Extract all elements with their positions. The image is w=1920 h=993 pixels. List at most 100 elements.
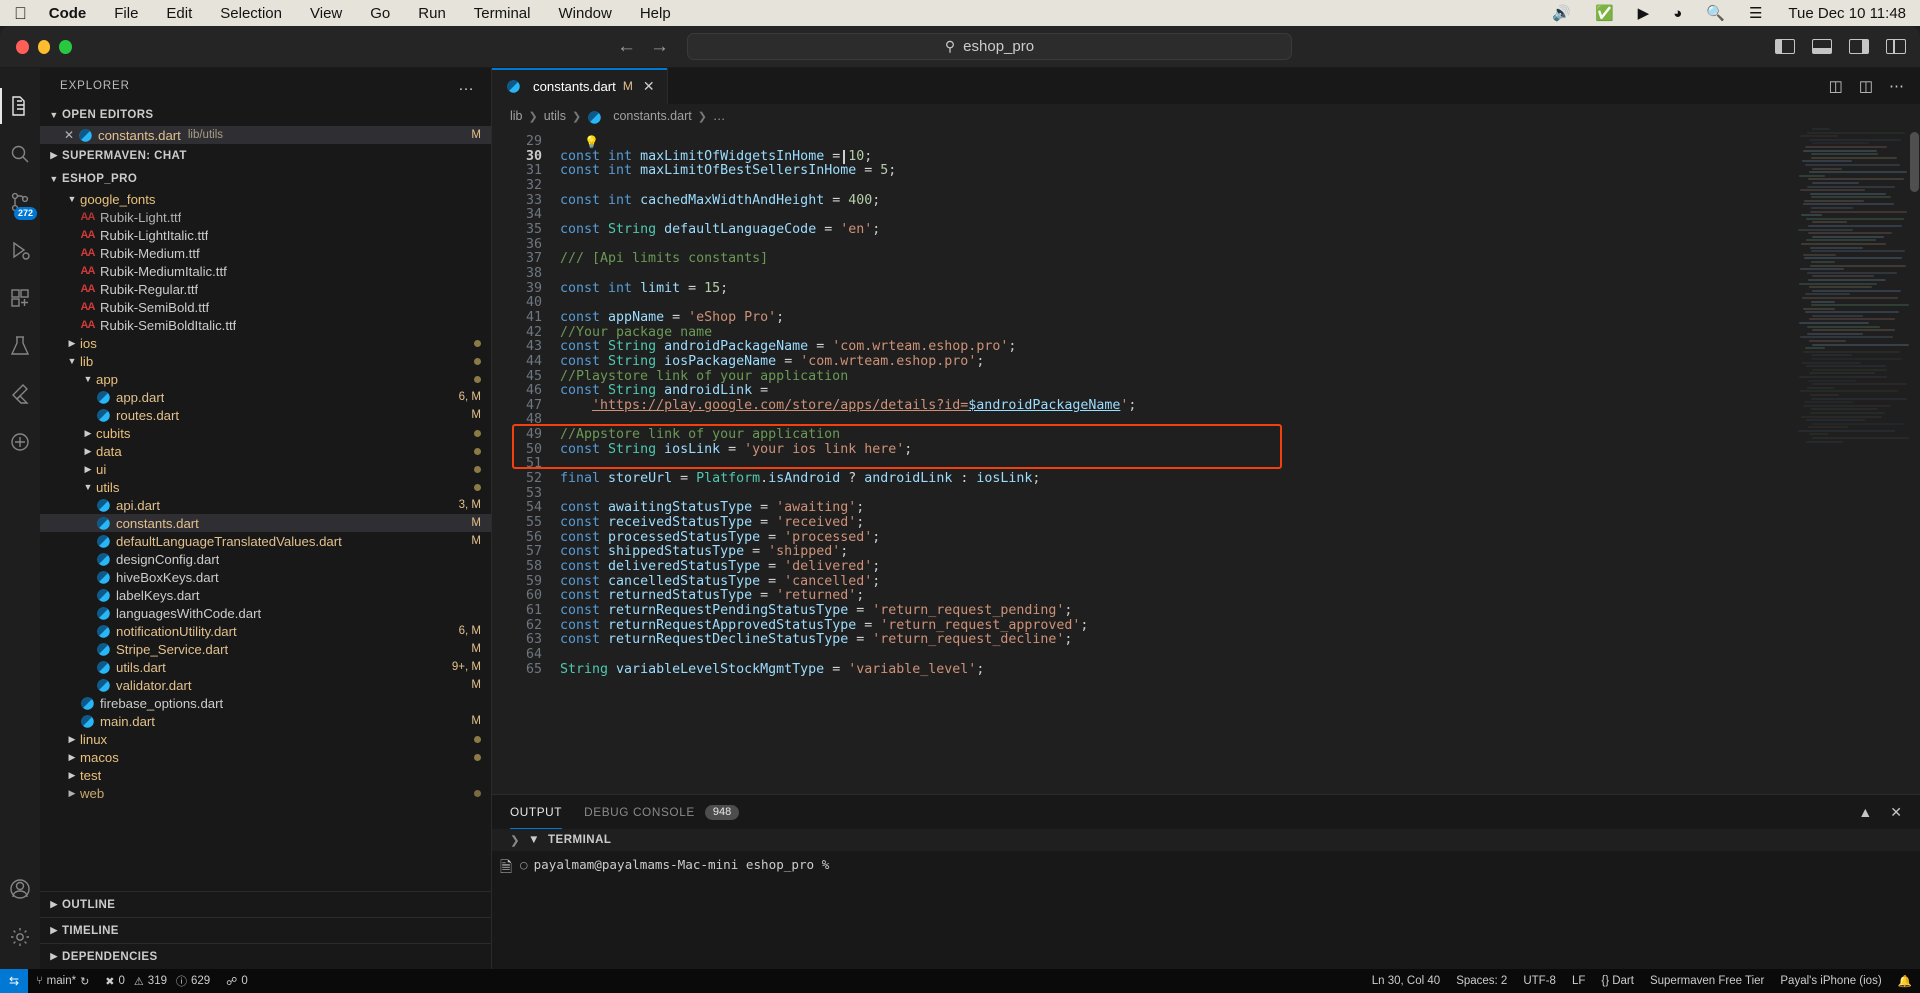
indentation[interactable]: Spaces: 2: [1448, 975, 1515, 987]
tree-folder[interactable]: ▶ macos: [40, 748, 491, 766]
code-line[interactable]: const deliveredStatusType = 'delivered';: [554, 559, 1920, 575]
cursor-position[interactable]: Ln 30, Col 40: [1364, 975, 1448, 987]
chevron-right-icon[interactable]: ▶: [64, 752, 80, 763]
tree-folder[interactable]: ▶ ui: [40, 460, 491, 478]
chevron-right-icon[interactable]: ▶: [80, 428, 96, 439]
breadcrumb-file[interactable]: constants.dart: [613, 109, 692, 123]
menu-code[interactable]: Code: [49, 5, 87, 22]
code-line[interactable]: [554, 457, 1920, 472]
tree-file[interactable]: hiveBoxKeys.dart: [40, 568, 491, 586]
menu-clock[interactable]: Tue Dec 10 11:48: [1788, 5, 1906, 22]
section-open-editors[interactable]: ▼ OPEN EDITORS: [40, 103, 491, 126]
code-line[interactable]: const awaitingStatusType = 'awaiting';: [554, 501, 1920, 516]
maximize-window-button[interactable]: [59, 39, 73, 54]
sidebar-item-flutter[interactable]: [0, 370, 40, 418]
wifi-icon[interactable]: ◕: [1673, 5, 1682, 22]
code-line[interactable]: [554, 179, 1920, 194]
menu-terminal[interactable]: Terminal: [474, 5, 531, 22]
quick-open-input[interactable]: ⚲ eshop_pro: [687, 33, 1292, 60]
tree-file[interactable]: AA Rubik-Light.ttf: [40, 208, 491, 226]
notifications-bell-icon[interactable]: 🔔: [1890, 974, 1920, 988]
code-line[interactable]: //Your package name: [554, 325, 1920, 341]
branch-status[interactable]: ⑂ main* ↻: [28, 975, 97, 988]
code-line[interactable]: const returnRequestDeclineStatusType = '…: [554, 632, 1920, 648]
code-line[interactable]: const returnRequestPendingStatusType = '…: [554, 603, 1920, 619]
tree-folder[interactable]: ▶ cubits: [40, 424, 491, 442]
sidebar-item-source-control[interactable]: 272: [0, 178, 40, 226]
accounts-button[interactable]: [0, 865, 40, 913]
code-line[interactable]: [554, 208, 1920, 223]
tree-file[interactable]: firebase_options.dart: [40, 694, 491, 712]
sidebar-item-supermaven[interactable]: [0, 418, 40, 466]
manage-settings-button[interactable]: [0, 913, 40, 961]
code-line[interactable]: const int limit = 15;: [554, 281, 1920, 297]
tree-file[interactable]: notificationUtility.dart 6, M: [40, 622, 491, 640]
code-line[interactable]: const shippedStatusType = 'shipped';: [554, 545, 1920, 560]
tree-file[interactable]: utils.dart 9+, M: [40, 658, 491, 676]
code-line[interactable]: const cancelledStatusType = 'cancelled';: [554, 574, 1920, 590]
code-line[interactable]: final storeUrl = Platform.isAndroid ? an…: [554, 471, 1920, 487]
tree-file[interactable]: labelKeys.dart: [40, 586, 491, 604]
chevron-right-icon[interactable]: ▶: [64, 734, 80, 745]
chevron-right-icon[interactable]: ▶: [64, 338, 80, 349]
code-line[interactable]: const int cachedMaxWidthAndHeight = 400;: [554, 193, 1920, 209]
menu-window[interactable]: Window: [558, 5, 611, 22]
code-line[interactable]: const appName = 'eShop Pro';: [554, 310, 1920, 326]
arrow-left-icon[interactable]: ←: [617, 37, 636, 56]
code-line[interactable]: const int maxLimitOfWidgetsInHome = 10;: [554, 149, 1920, 165]
tree-file[interactable]: AA Rubik-Regular.ttf: [40, 280, 491, 298]
chevron-up-icon[interactable]: ▲: [1858, 804, 1872, 821]
close-icon[interactable]: ✕: [60, 128, 78, 142]
code-line[interactable]: [554, 296, 1920, 311]
code-line[interactable]: const String androidLink =: [554, 383, 1920, 399]
toggle-primary-sidebar-icon[interactable]: [1775, 39, 1795, 54]
menu-help[interactable]: Help: [640, 5, 671, 22]
code-line[interactable]: const returnedStatusType = 'returned';: [554, 589, 1920, 604]
menu-file[interactable]: File: [114, 5, 138, 22]
chevron-down-icon[interactable]: ▼: [528, 834, 540, 846]
sidebar-item-extensions[interactable]: [0, 274, 40, 322]
tree-folder[interactable]: ▶ data: [40, 442, 491, 460]
more-actions-icon[interactable]: ⋯: [1889, 77, 1904, 95]
code-line[interactable]: const String androidPackageName = 'com.w…: [554, 339, 1920, 355]
chevron-down-icon[interactable]: ▼: [80, 482, 96, 492]
menu-edit[interactable]: Edit: [166, 5, 192, 22]
tree-folder[interactable]: ▶ linux: [40, 730, 491, 748]
sidebar-item-testing[interactable]: [0, 322, 40, 370]
encoding[interactable]: UTF-8: [1515, 975, 1564, 987]
tree-file[interactable]: languagesWithCode.dart: [40, 604, 491, 622]
split-editor-icon[interactable]: ◫: [1829, 77, 1843, 95]
eol[interactable]: LF: [1564, 975, 1593, 987]
breadcrumb-utils[interactable]: utils: [544, 109, 566, 123]
more-actions-icon[interactable]: …: [458, 77, 475, 95]
search-icon[interactable]: 🔍: [1706, 4, 1725, 22]
tree-folder[interactable]: ▶ test: [40, 766, 491, 784]
tab-constants-dart[interactable]: constants.dart M ✕: [492, 68, 668, 104]
tree-file[interactable]: AA Rubik-LightItalic.ttf: [40, 226, 491, 244]
device-status[interactable]: Payal's iPhone (ios): [1772, 975, 1889, 987]
code-line[interactable]: [554, 238, 1920, 253]
code-line[interactable]: const returnRequestApprovedStatusType = …: [554, 618, 1920, 634]
menu-view[interactable]: View: [310, 5, 342, 22]
menu-go[interactable]: Go: [370, 5, 390, 22]
problems-status[interactable]: ✖ 0 ⚠ 319 ⓘ 629: [97, 973, 218, 989]
sidebar-item-search[interactable]: [0, 130, 40, 178]
customize-layout-icon[interactable]: [1886, 39, 1906, 54]
tree-file[interactable]: constants.dart M: [40, 514, 491, 532]
check-circle-icon[interactable]: ✅: [1595, 4, 1614, 22]
code-line[interactable]: const String iosPackageName = 'com.wrtea…: [554, 354, 1920, 370]
control-center-icon[interactable]: ☰: [1749, 4, 1762, 22]
terminal-body[interactable]: 🗎 ○ payalmam@payalmams-Mac-mini eshop_pro…: [492, 851, 1920, 969]
toggle-panel-icon[interactable]: [1812, 39, 1832, 54]
tree-file[interactable]: AA Rubik-Medium.ttf: [40, 244, 491, 262]
tab-output[interactable]: OUTPUT: [510, 795, 563, 829]
code-line[interactable]: [554, 487, 1920, 502]
open-editor-item[interactable]: ✕ constants.dart lib/utils M: [40, 126, 491, 144]
remote-window-button[interactable]: ⇆: [0, 969, 29, 993]
tree-file[interactable]: Stripe_Service.dart M: [40, 640, 491, 658]
tree-file[interactable]: app.dart 6, M: [40, 388, 491, 406]
breadcrumb-lib[interactable]: lib: [510, 109, 523, 123]
tab-debug-console[interactable]: DEBUG CONSOLE: [584, 795, 695, 829]
tree-file[interactable]: routes.dart M: [40, 406, 491, 424]
code-line[interactable]: //Playstore link of your application: [554, 369, 1920, 385]
